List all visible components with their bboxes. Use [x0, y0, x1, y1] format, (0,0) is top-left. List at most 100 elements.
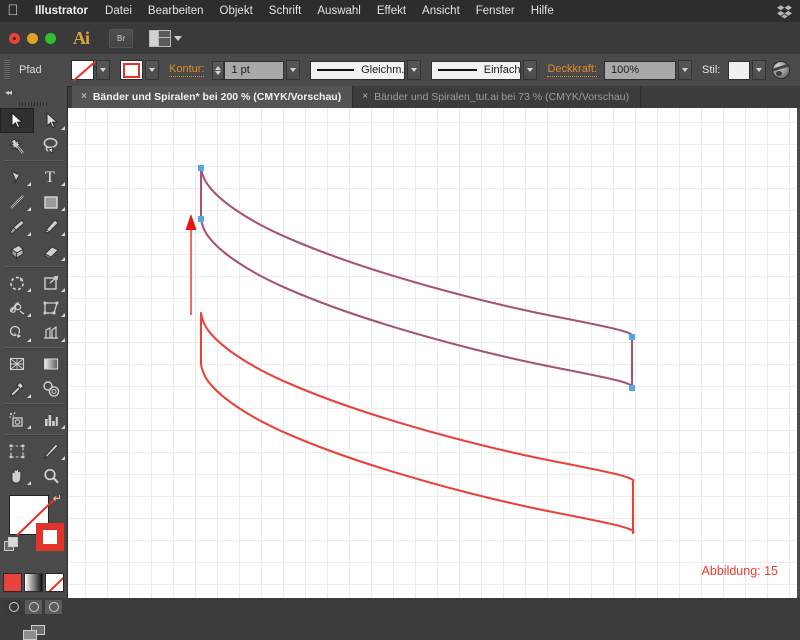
selection-tool[interactable]	[0, 108, 34, 133]
stroke-weight-dropdown[interactable]	[286, 60, 301, 80]
paintbrush-tool[interactable]	[0, 214, 34, 239]
slice-tool[interactable]	[34, 438, 68, 463]
application-bar: Ai Br	[0, 22, 800, 55]
stroke-swatch-dropdown[interactable]	[145, 60, 159, 80]
menu-item-ansicht[interactable]: Ansicht	[414, 5, 468, 17]
os-menu-bar:  Illustrator Datei Bearbeiten Objekt Sc…	[0, 0, 800, 23]
change-screen-mode-icon	[22, 625, 45, 640]
anchor-point	[198, 165, 204, 171]
gradient-mode-button[interactable]	[24, 573, 43, 592]
fill-color-swatch[interactable]	[71, 60, 94, 80]
variable-width-profile-select[interactable]: Gleichm.	[310, 60, 406, 80]
free-transform-tool[interactable]	[34, 295, 68, 320]
menu-item-effekt[interactable]: Effekt	[369, 5, 414, 17]
control-options-bar: Pfad Kontur: 1 pt Gleichm. Einfach Deckk…	[0, 54, 800, 87]
tools-panel: ◂◂ T ↵	[0, 86, 68, 640]
brush-label: Einfach	[483, 64, 521, 76]
color-mode-button[interactable]	[3, 573, 22, 592]
collapse-panel-icon[interactable]: ◂◂	[0, 86, 67, 99]
blob-brush-tool[interactable]	[0, 239, 34, 264]
menu-item-datei[interactable]: Datei	[97, 5, 140, 17]
direct-selection-tool[interactable]	[34, 108, 68, 133]
fill-stroke-proxy: ↵	[0, 491, 67, 569]
tools-divider	[4, 347, 64, 349]
symbol-sprayer-tool[interactable]	[0, 407, 34, 432]
opacity-input[interactable]: 100%	[603, 60, 676, 80]
shape-builder-tool[interactable]	[0, 320, 34, 345]
draw-behind-button[interactable]	[24, 598, 43, 615]
menu-item-schrift[interactable]: Schrift	[261, 5, 310, 17]
close-icon[interactable]: ×	[362, 92, 368, 102]
width-profile-dropdown[interactable]	[407, 60, 422, 80]
type-tool[interactable]: T	[34, 164, 68, 189]
document-tab-title: Bänder und Spiralen* bei 200 % (CMYK/Vor…	[92, 91, 342, 103]
opacity-label[interactable]: Deckkraft:	[547, 63, 597, 77]
eyedropper-tool[interactable]	[0, 376, 34, 401]
stroke-weight-stepper[interactable]	[212, 60, 225, 80]
tools-divider	[4, 403, 64, 405]
column-graph-tool[interactable]	[34, 407, 68, 432]
upper-band-path	[199, 166, 634, 390]
document-canvas[interactable]: Abbildung: 15	[68, 108, 800, 600]
document-tab-bar: × Bänder und Spiralen* bei 200 % (CMYK/V…	[72, 86, 800, 108]
eraser-tool[interactable]	[34, 239, 68, 264]
width-tool[interactable]	[0, 295, 34, 320]
chevron-down-icon	[174, 35, 182, 41]
mesh-tool[interactable]	[0, 351, 34, 376]
scale-tool[interactable]	[34, 270, 68, 295]
document-tab-active[interactable]: × Bänder und Spiralen* bei 200 % (CMYK/V…	[72, 86, 354, 108]
arrange-documents-button[interactable]	[149, 29, 182, 47]
perspective-grid-tool[interactable]	[34, 320, 68, 345]
illustrator-logo: Ai	[73, 27, 90, 48]
none-mode-button[interactable]	[45, 573, 64, 592]
minimize-window-button[interactable]	[27, 32, 38, 44]
close-icon[interactable]: ×	[81, 92, 87, 102]
blend-tool[interactable]	[34, 376, 68, 401]
artboard-tool[interactable]	[0, 438, 34, 463]
pencil-tool[interactable]	[34, 214, 68, 239]
tools-divider	[4, 266, 64, 268]
change-screen-mode-button[interactable]	[0, 625, 67, 640]
apple-logo-icon[interactable]: 	[0, 3, 26, 20]
stroke-weight-label[interactable]: Kontur:	[169, 63, 205, 77]
fill-swatch-dropdown[interactable]	[96, 60, 110, 80]
go-to-bridge-button[interactable]: Br	[109, 28, 133, 48]
tools-divider	[4, 434, 64, 436]
close-window-button[interactable]	[9, 32, 20, 44]
tools-panel-grip[interactable]	[0, 99, 67, 108]
gradient-tool[interactable]	[34, 351, 68, 376]
graphic-style-swatch[interactable]	[728, 60, 751, 80]
pen-tool[interactable]	[0, 164, 34, 189]
stroke-proxy-swatch[interactable]	[36, 523, 64, 551]
menu-item-auswahl[interactable]: Auswahl	[309, 5, 368, 17]
document-tab-inactive[interactable]: × Bänder und Spiralen_tut.ai bei 73 % (C…	[353, 86, 642, 108]
menu-item-fenster[interactable]: Fenster	[468, 5, 523, 17]
graphic-style-dropdown[interactable]	[752, 60, 767, 80]
brush-dropdown[interactable]	[523, 60, 538, 80]
menu-item-objekt[interactable]: Objekt	[212, 5, 261, 17]
dropbox-icon[interactable]	[777, 4, 792, 19]
rotate-tool[interactable]	[0, 270, 34, 295]
arrange-documents-icon	[149, 29, 171, 47]
width-profile-preview-icon	[317, 69, 355, 71]
menu-item-hilfe[interactable]: Hilfe	[523, 5, 562, 17]
recolor-artwork-icon[interactable]	[772, 61, 790, 79]
swap-fill-stroke-icon[interactable]: ↵	[53, 492, 62, 505]
magic-wand-tool[interactable]	[0, 133, 34, 158]
stroke-weight-input[interactable]: 1 pt	[224, 60, 285, 80]
zoom-tool[interactable]	[34, 463, 68, 488]
draw-inside-button[interactable]	[44, 598, 63, 615]
lasso-tool[interactable]	[34, 133, 68, 158]
hand-tool[interactable]	[0, 463, 34, 488]
opacity-dropdown[interactable]	[677, 60, 692, 80]
width-profile-label: Gleichm.	[361, 64, 405, 76]
stroke-color-swatch[interactable]	[120, 60, 143, 80]
rectangle-tool[interactable]	[34, 189, 68, 214]
menu-item-bearbeiten[interactable]: Bearbeiten	[140, 5, 212, 17]
draw-normal-button[interactable]	[4, 598, 23, 615]
line-segment-tool[interactable]	[0, 189, 34, 214]
zoom-window-button[interactable]	[45, 32, 56, 44]
document-tab-title: Bänder und Spiralen_tut.ai bei 73 % (CMY…	[374, 91, 630, 103]
menu-app-name[interactable]: Illustrator	[26, 5, 97, 17]
brush-definition-select[interactable]: Einfach	[431, 60, 522, 80]
